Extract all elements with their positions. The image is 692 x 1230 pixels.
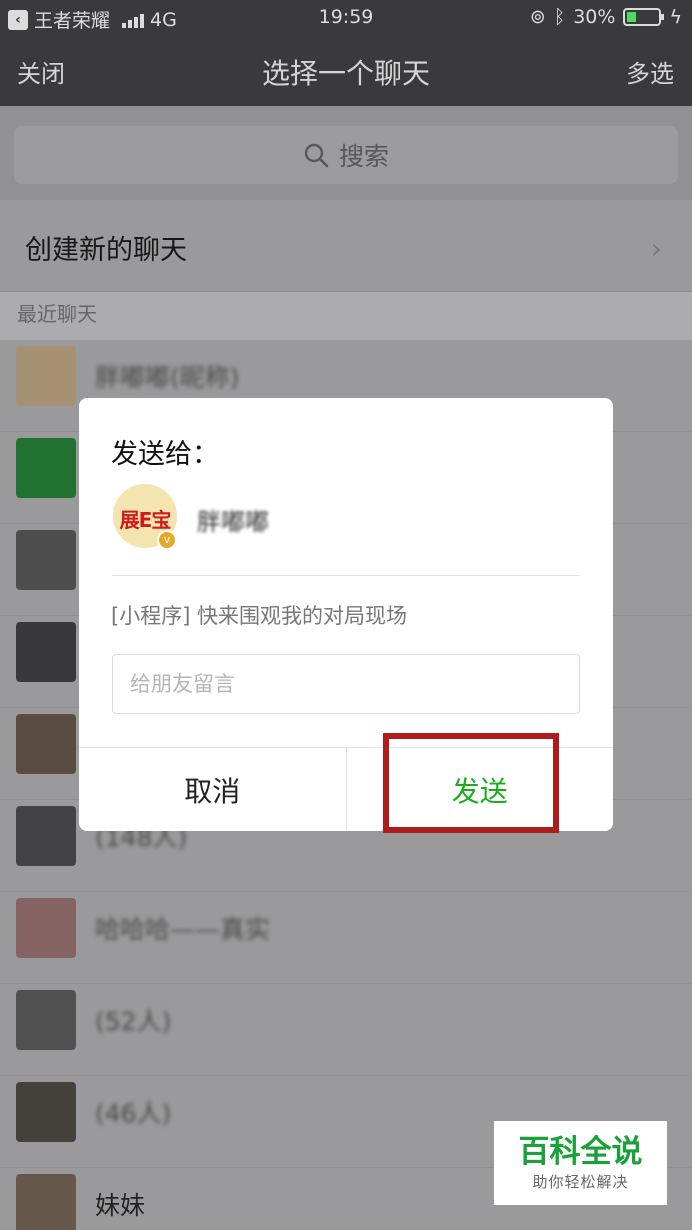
recipient-name: 胖嘟嘟 bbox=[197, 508, 269, 536]
battery-percent: 30% bbox=[573, 6, 616, 28]
recipient-avatar: 展E宝 v bbox=[113, 484, 177, 550]
watermark-title: 百科全说 bbox=[518, 1134, 643, 1170]
page-title: 选择一个聊天 bbox=[261, 57, 430, 90]
nav-bar: 关闭 选择一个聊天 多选 bbox=[0, 36, 692, 106]
cancel-button[interactable]: 取消 bbox=[79, 748, 347, 831]
multi-select-button[interactable]: 多选 bbox=[626, 54, 674, 89]
charging-icon: ϟ bbox=[669, 6, 682, 28]
status-bar: ‹ 王者荣耀 4G 19:59 ⊚ ᛒ 30% ϟ bbox=[0, 0, 692, 36]
watermark: 百科全说 助你轻松解决 bbox=[494, 1121, 667, 1205]
rotation-lock-icon: ⊚ bbox=[529, 6, 546, 28]
shared-message-preview: [小程序] 快来围观我的对局现场 bbox=[111, 604, 408, 628]
verified-badge-icon: v bbox=[157, 530, 177, 550]
dialog-title: 发送给： bbox=[111, 439, 219, 470]
battery-icon bbox=[623, 8, 665, 26]
bluetooth-icon: ᛒ bbox=[553, 6, 566, 28]
divider bbox=[112, 575, 580, 576]
watermark-subtitle: 助你轻松解决 bbox=[532, 1173, 629, 1191]
leave-message-input[interactable] bbox=[112, 654, 580, 714]
send-button-highlight bbox=[383, 733, 559, 833]
recipient-avatar-logo: 展E宝 bbox=[119, 508, 172, 532]
status-right: ⊚ ᛒ 30% ϟ bbox=[530, 6, 682, 28]
